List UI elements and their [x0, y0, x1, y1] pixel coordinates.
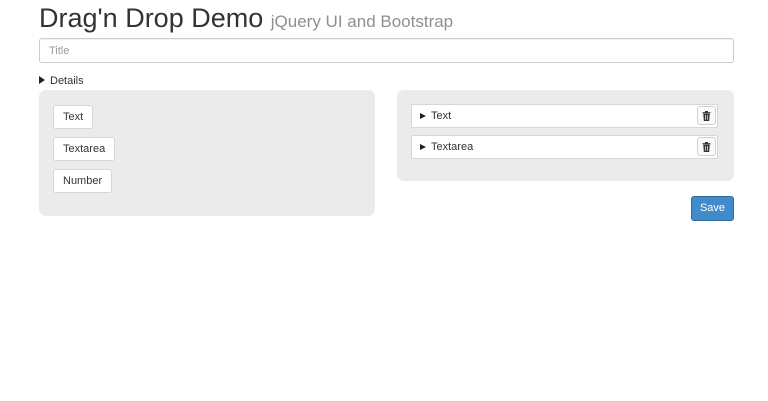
expand-triangle-icon	[420, 113, 426, 119]
palette-item-textarea[interactable]: Textarea	[53, 137, 116, 161]
field-label: Textarea	[431, 141, 474, 153]
expand-triangle-icon	[39, 76, 45, 84]
field-palette: Text Textarea Number	[39, 90, 375, 216]
field-toggle[interactable]: Textarea	[420, 141, 473, 154]
page-title: Drag'n Drop Demo jQuery UI and Bootstrap	[39, 3, 453, 37]
details-toggle[interactable]: Details	[39, 75, 84, 88]
form-canvas[interactable]: Text Textarea	[397, 90, 734, 181]
expand-triangle-icon	[420, 144, 426, 150]
trash-icon	[702, 141, 711, 152]
palette-item-text[interactable]: Text	[53, 105, 94, 129]
delete-field-button[interactable]	[697, 137, 716, 156]
palette-item-number[interactable]: Number	[53, 169, 113, 193]
save-button[interactable]: Save	[691, 196, 734, 221]
field-toggle[interactable]: Text	[420, 110, 451, 123]
trash-icon	[702, 110, 711, 121]
field-label: Text	[431, 110, 452, 122]
page-title-text: Drag'n Drop Demo	[39, 3, 264, 33]
title-input[interactable]	[39, 38, 734, 63]
details-label: Details	[50, 75, 84, 87]
page-subtitle: jQuery UI and Bootstrap	[270, 12, 454, 31]
form-field-textarea[interactable]: Textarea	[411, 135, 718, 159]
form-field-text[interactable]: Text	[411, 104, 718, 128]
delete-field-button[interactable]	[697, 106, 716, 125]
